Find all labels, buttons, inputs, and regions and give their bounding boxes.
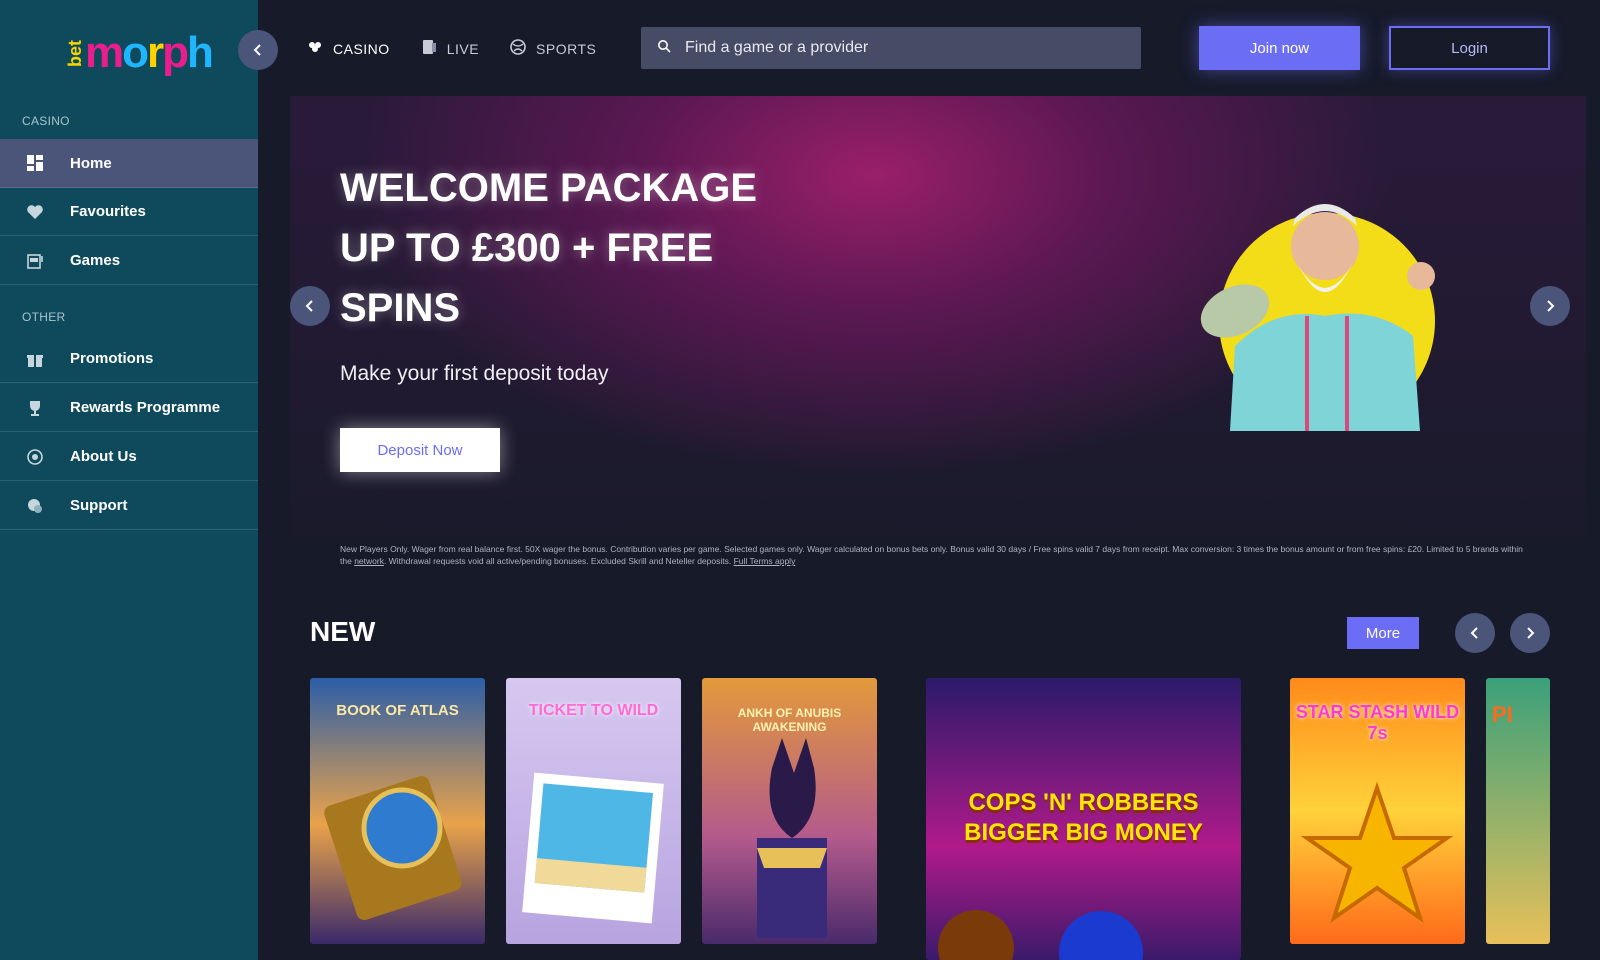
terms-text: New Players Only. Wager from real balanc… [340,543,1530,567]
new-next-button[interactable] [1510,613,1550,653]
sidebar-item-label: Games [70,252,121,269]
sidebar-item-label: Support [70,497,128,514]
tab-live[interactable]: LIVE [420,38,479,59]
grid-icon [0,154,70,172]
slot-machine-icon [0,252,70,270]
trophy-icon [0,399,70,417]
star-art [1300,781,1454,924]
heart-icon [0,203,70,221]
chevron-right-icon [1547,300,1555,312]
deposit-now-button[interactable]: Deposit Now [340,428,500,472]
logo-letter: h [187,28,214,77]
logo-letter: p [162,28,189,77]
search-bar [641,27,1141,69]
game-title: PI [1492,702,1513,727]
chat-icon [0,497,70,515]
sidebar-item-promotions[interactable]: Promotions [0,335,258,383]
sidebar-item-support[interactable]: Support [0,482,258,530]
cops-robbers-art [938,910,1143,960]
game-tile-cops-n-robbers[interactable]: COPS 'N' ROBBERS BIGGER BIG MONEY [926,678,1241,960]
chevron-right-icon [1527,627,1535,639]
full-terms-link[interactable]: Full Terms apply [734,556,796,566]
sidebar-item-games[interactable]: Games [0,237,258,285]
terms-text-part: . Withdrawal requests void all active/pe… [383,556,734,566]
ball-icon [509,38,527,59]
hero-title: WELCOME PACKAGE UP TO £300 + FREE SPINS [340,166,758,330]
postcard-beach-art [522,772,664,924]
game-tile-star-stash[interactable]: STAR STASH WILD 7s [1290,678,1465,944]
hero-banner: WELCOME PACKAGE UP TO £300 + FREE SPINS … [290,96,1586,536]
chevron-left-icon [305,300,313,312]
sidebar-item-home[interactable]: Home [0,139,258,188]
new-prev-button[interactable] [1455,613,1495,653]
search-icon [657,39,685,58]
info-icon [0,448,70,466]
game-tile-book-of-atlas[interactable]: BOOK OF ATLAS [310,678,485,944]
sidebar-item-label: Favourites [70,203,146,220]
tab-casino[interactable]: CASINO [306,38,390,59]
join-now-button[interactable]: Join now [1199,26,1360,70]
cards-icon [306,38,324,59]
game-tile-partial[interactable]: PI [1486,678,1550,944]
logo-letter: m [85,28,124,77]
game-tile-ankh-of-anubis[interactable]: ANKH OF ANUBIS AWAKENING [702,678,877,944]
game-tile-ticket-to-wild[interactable]: TICKET TO WILD [506,678,681,944]
sidebar-item-rewards[interactable]: Rewards Programme [0,384,258,432]
logo-letter: o [122,28,149,77]
hero-next-button[interactable] [1530,286,1570,326]
collapse-sidebar-button[interactable] [238,30,278,70]
sidebar-item-favourites[interactable]: Favourites [0,188,258,236]
logo-bet: bet [65,40,85,67]
sidebar-item-label: Promotions [70,350,154,367]
sidebar-item-label: Rewards Programme [70,399,221,416]
tab-sports[interactable]: SPORTS [509,38,596,59]
tab-label: CASINO [333,40,390,57]
tab-label: LIVE [446,40,480,57]
betmorph-logo[interactable]: betmorph [58,28,214,80]
hero-prev-button[interactable] [290,286,330,326]
chevron-left-icon [1470,627,1478,639]
chevron-left-icon [253,44,261,56]
sidebar: betmorph CASINO Home Favourites Games OT… [0,0,258,960]
anubis-art [757,738,827,938]
tab-label: SPORTS [536,40,597,57]
more-button[interactable]: More [1347,617,1419,649]
sidebar-item-label: About Us [70,448,137,465]
book-globe-art [324,776,462,920]
hero-subtitle: Make your first deposit today [340,362,609,385]
live-cards-icon [420,38,438,59]
sidebar-item-about-us[interactable]: About Us [0,433,258,481]
network-link[interactable]: network [354,556,384,566]
top-navigation: CASINO LIVE SPORTS [306,38,596,59]
new-section-title: NEW [310,616,376,647]
search-input[interactable] [685,39,1105,57]
hero-promo-image [1200,204,1435,431]
casino-section-label: CASINO [22,114,70,128]
login-button[interactable]: Login [1389,26,1550,70]
sidebar-item-label: Home [70,154,112,172]
other-section-label: OTHER [22,310,66,324]
logo-letter: r [147,28,164,77]
gift-icon [0,350,70,368]
